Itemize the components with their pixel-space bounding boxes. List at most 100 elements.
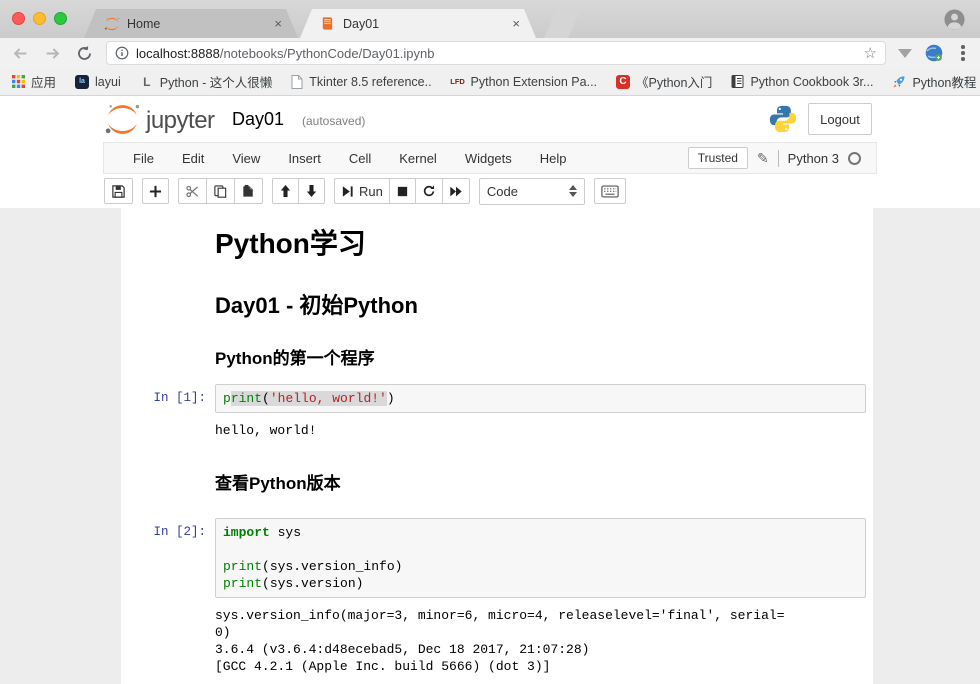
close-window-button[interactable] <box>12 12 25 25</box>
bookmark-cookbook[interactable]: Python Cookbook 3r... <box>731 75 873 89</box>
menu-view[interactable]: View <box>218 151 274 166</box>
info-icon[interactable] <box>115 46 129 60</box>
layui-badge-icon: la <box>75 75 89 89</box>
menu-edit[interactable]: Edit <box>168 151 218 166</box>
notebook-title[interactable]: Day01 <box>232 109 284 130</box>
insert-cell-below-button[interactable] <box>142 178 169 204</box>
bookmark-star-icon[interactable]: ☆ <box>864 46 877 61</box>
input-prompt: In [2]: <box>128 518 215 598</box>
menu-insert[interactable]: Insert <box>274 151 335 166</box>
menu-file[interactable]: File <box>119 151 168 166</box>
output-area-2: sys.version_info(major=3, minor=6, micro… <box>128 605 866 675</box>
markdown-cell-day01[interactable]: Day01 - 初始Python <box>128 288 866 344</box>
notebook-container: Python学习 Day01 - 初始Python Python的第一个程序 I… <box>121 208 873 684</box>
jupyter-brand-text: jupyter <box>146 106 215 136</box>
reload-icon[interactable] <box>74 43 94 63</box>
notebook-book-favicon <box>320 16 336 32</box>
trusted-badge[interactable]: Trusted <box>688 147 748 169</box>
bookmark-python-tutorial[interactable]: Python教程 <box>892 72 976 91</box>
rocket-icon <box>892 75 906 89</box>
bookmark-layui[interactable]: la layui <box>75 75 121 89</box>
kernel-name: Python 3 <box>788 151 839 166</box>
menu-widgets[interactable]: Widgets <box>451 151 526 166</box>
jupyter-favicon <box>104 16 120 32</box>
bookmark-label: 应用 <box>31 72 56 91</box>
bookmark-python-extension[interactable]: LFD Python Extension Pa... <box>451 75 597 89</box>
letter-l-icon: L <box>140 75 154 89</box>
notebook-heading1: Python学习 <box>215 222 866 262</box>
tab-day01[interactable]: Day01 × <box>300 9 536 38</box>
profile-avatar-icon[interactable] <box>943 8 966 31</box>
restart-run-all-button[interactable] <box>442 178 470 204</box>
forward-icon[interactable] <box>42 43 62 63</box>
output-text: hello, world! <box>215 420 866 439</box>
menu-kernel[interactable]: Kernel <box>385 151 451 166</box>
bookmark-label: Python教程 <box>912 72 976 91</box>
cell-type-select[interactable]: Code <box>479 178 585 205</box>
logout-button[interactable]: Logout <box>808 103 872 135</box>
url-host: localhost:8888 <box>136 46 220 61</box>
run-cell-button[interactable]: Run <box>334 178 390 204</box>
tab-home[interactable]: Home × <box>84 9 298 38</box>
markdown-cell-first-program[interactable]: Python的第一个程序 <box>128 344 866 384</box>
bookmark-python-lazy[interactable]: L Python - 这个人很懒 <box>140 72 273 91</box>
url-text[interactable]: localhost:8888/notebooks/PythonCode/Day0… <box>136 46 857 61</box>
cell-type-value: Code <box>487 184 518 199</box>
copy-cell-button[interactable] <box>206 178 235 204</box>
tab-label: Home <box>127 17 264 31</box>
paste-cell-button[interactable] <box>234 178 263 204</box>
menu-help[interactable]: Help <box>526 151 581 166</box>
command-palette-button[interactable] <box>594 178 626 204</box>
apps-grid-icon <box>12 75 25 88</box>
bookmark-label: Python - 这个人很懒 <box>160 72 273 91</box>
jupyter-toolbar: Run Code <box>0 174 980 208</box>
bookmark-label: 《Python入门 <box>636 72 712 91</box>
red-c-icon: C <box>616 75 630 89</box>
browser-toolbar: localhost:8888/notebooks/PythonCode/Day0… <box>0 38 980 68</box>
address-bar[interactable]: localhost:8888/notebooks/PythonCode/Day0… <box>106 41 886 65</box>
lfd-text-icon: LFD <box>451 75 465 89</box>
minimize-window-button[interactable] <box>33 12 46 25</box>
run-label: Run <box>359 184 383 199</box>
bookmark-label: layui <box>95 75 121 89</box>
markdown-cell-title[interactable]: Python学习 <box>128 222 866 288</box>
globe-extension-icon[interactable] <box>924 43 944 63</box>
restart-kernel-button[interactable] <box>415 178 443 204</box>
code-input-area[interactable]: import sys print(sys.version_info)print(… <box>215 518 866 598</box>
new-tab-button[interactable] <box>544 11 580 38</box>
book-icon <box>731 75 744 88</box>
move-cell-up-button[interactable] <box>272 178 299 204</box>
code-input-area[interactable]: print('hello, world!') <box>215 384 866 413</box>
move-cell-down-button[interactable] <box>298 178 325 204</box>
bookmark-apps[interactable]: 应用 <box>12 72 56 91</box>
input-prompt: In [1]: <box>128 384 215 413</box>
output-area-1: hello, world! <box>128 420 866 439</box>
markdown-cell-version[interactable]: 查看Python版本 <box>128 469 866 509</box>
notebook-background: Python学习 Day01 - 初始Python Python的第一个程序 I… <box>0 208 980 684</box>
close-tab-icon[interactable]: × <box>272 16 284 31</box>
tab-label: Day01 <box>343 17 502 31</box>
autosave-status: (autosaved) <box>302 114 365 128</box>
bookmarks-bar: 应用 la layui L Python - 这个人很懒 Tkinter 8.5… <box>0 68 980 96</box>
window-controls <box>12 12 67 25</box>
zoom-window-button[interactable] <box>54 12 67 25</box>
bookmark-tkinter[interactable]: Tkinter 8.5 reference.. <box>291 75 431 89</box>
code-cell-1[interactable]: In [1]: print('hello, world!') <box>128 384 866 413</box>
interrupt-kernel-button[interactable] <box>389 178 416 204</box>
back-icon[interactable] <box>10 43 30 63</box>
cut-cell-button[interactable] <box>178 178 207 204</box>
close-tab-icon[interactable]: × <box>510 16 522 31</box>
extension-v-icon[interactable] <box>898 49 912 58</box>
select-arrows-icon <box>569 185 577 197</box>
bookmark-label: Tkinter 8.5 reference.. <box>309 75 431 89</box>
menu-cell[interactable]: Cell <box>335 151 385 166</box>
bookmark-python-intro[interactable]: C 《Python入门 <box>616 72 712 91</box>
code-cell-2[interactable]: In [2]: import sys print(sys.version_inf… <box>128 518 866 598</box>
browser-window: Home × Day01 × <box>0 0 980 684</box>
jupyter-logo[interactable]: jupyter <box>104 103 215 136</box>
save-button[interactable] <box>104 178 133 204</box>
bookmark-label: Python Cookbook 3r... <box>750 75 873 89</box>
jupyter-menubar: File Edit View Insert Cell Kernel Widget… <box>103 142 877 174</box>
chrome-menu-icon[interactable] <box>956 45 970 61</box>
jupyter-header: jupyter Day01 (autosaved) Logout <box>0 96 980 142</box>
